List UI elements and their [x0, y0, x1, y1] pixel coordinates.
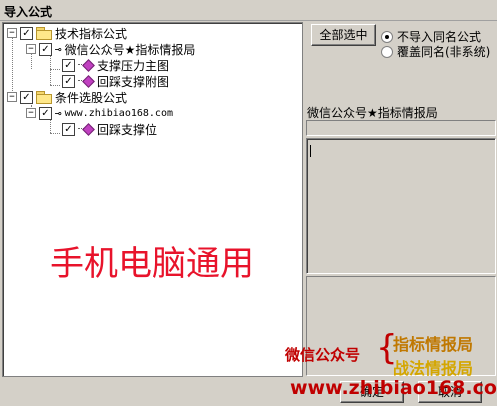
checkbox[interactable]: ✓	[39, 106, 52, 120]
tree-item-website[interactable]: − ✓ ⊸ www.zhibiao168.com	[26, 105, 173, 121]
watermark-wechat: 微信公众号	[285, 346, 361, 364]
title-bar: 导入公式	[0, 0, 497, 21]
watermark-line2: 战法情报局	[393, 359, 474, 378]
radio-label: 覆盖同名(非系统)	[397, 45, 491, 59]
formula-icon	[78, 123, 94, 135]
tree-item-label: 微信公众号★指标情报局	[64, 42, 196, 57]
tree-item-pullback-support[interactable]: ✓ 回踩支撑位	[62, 121, 157, 137]
formula-tree[interactable]: − ✓ 技术指标公式 − ✓ ⊸ 微信公众号★指标情报局 ✓ 支撑压力主图 ✓ …	[2, 22, 303, 377]
tree-connector	[50, 55, 51, 85]
formula-icon	[78, 59, 94, 71]
tree-item-label: www.zhibiao168.com	[64, 107, 173, 119]
select-all-button[interactable]: 全部选中	[311, 24, 376, 46]
tree-item-wechat-bureau[interactable]: − ✓ ⊸ 微信公众号★指标情报局	[26, 41, 195, 57]
folder-icon	[36, 91, 52, 104]
folder-icon	[36, 27, 52, 40]
key-icon: ⊸	[55, 106, 62, 120]
checkbox[interactable]: ✓	[20, 26, 33, 40]
watermark-url: www.zhibiao168.com	[290, 377, 497, 399]
radio-overwrite[interactable]: 覆盖同名(非系统)	[381, 43, 490, 60]
tree-group-technical[interactable]: − ✓ 技术指标公式	[7, 25, 127, 41]
checkbox[interactable]: ✓	[39, 42, 52, 56]
checkbox[interactable]: ✓	[20, 90, 33, 104]
formula-description-field[interactable]	[306, 138, 496, 274]
tree-item-label: 条件选股公式	[55, 90, 128, 105]
collapse-toggle[interactable]: −	[26, 108, 36, 118]
info-panel-top	[306, 120, 496, 136]
tree-connector	[50, 69, 60, 70]
tree-item-pullback-sub[interactable]: ✓ 回踩支撑附图	[62, 73, 169, 89]
tree-item-support-main[interactable]: ✓ 支撑压力主图	[62, 57, 169, 73]
tree-connector	[50, 133, 60, 134]
formula-icon	[78, 75, 94, 87]
tree-item-label: 回踩支撑位	[97, 122, 158, 137]
window-title: 导入公式	[4, 5, 53, 19]
radio-selected-icon[interactable]	[381, 30, 393, 43]
checkbox[interactable]: ✓	[62, 122, 75, 136]
watermark-line1: 指标情报局	[393, 335, 474, 354]
checkbox[interactable]: ✓	[62, 58, 75, 72]
checkbox[interactable]: ✓	[62, 74, 75, 88]
tree-item-label: 支撑压力主图	[97, 58, 170, 73]
radio-unselected-icon[interactable]	[381, 45, 393, 58]
tree-connector	[50, 85, 60, 86]
tree-connector	[50, 119, 51, 133]
key-icon: ⊸	[55, 42, 62, 56]
collapse-toggle[interactable]: −	[7, 28, 17, 38]
collapse-toggle[interactable]: −	[26, 44, 36, 54]
tree-group-screening[interactable]: − ✓ 条件选股公式	[7, 89, 127, 105]
formula-name-label: 微信公众号★指标情报局	[307, 106, 438, 120]
tree-item-label: 技术指标公式	[55, 26, 128, 41]
overlay-caption: 手机电脑通用	[50, 244, 254, 284]
text-caret	[310, 145, 311, 157]
tree-item-label: 回踩支撑附图	[97, 74, 170, 89]
collapse-toggle[interactable]: −	[7, 92, 17, 102]
